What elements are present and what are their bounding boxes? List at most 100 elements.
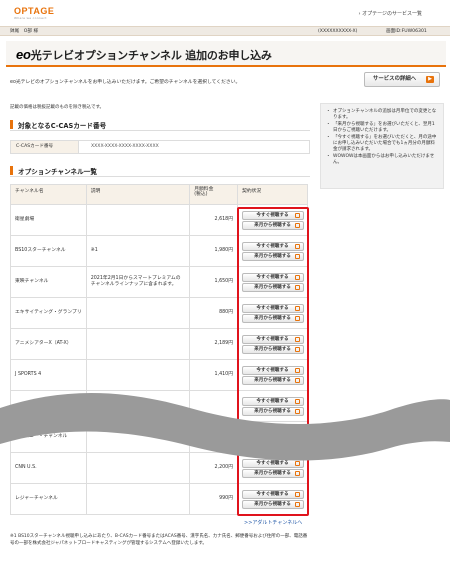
channel-actions: 今すぐ視聴する来月から視聴する bbox=[237, 235, 308, 267]
watch-next-month-label: 来月から視聴する bbox=[254, 470, 291, 476]
sidebar-note: オプションチャンネルの追加は月単位での変更となります。 bbox=[326, 109, 437, 121]
watch-now-button[interactable]: 今すぐ視聴する bbox=[241, 303, 304, 313]
watch-now-label: 今すぐ視聴する bbox=[256, 243, 289, 249]
channel-name: BS10スターチャンネル bbox=[10, 235, 87, 267]
sidebar-note: 「今すぐ視聴する」をお選びいただくと、月の途中にお申し込みいただいた場合でも1ヵ… bbox=[326, 135, 437, 153]
section-channels: オプションチャンネル一覧 bbox=[10, 164, 310, 177]
watch-next-month-button[interactable]: 来月から視聴する bbox=[241, 220, 304, 230]
section-bar-icon bbox=[10, 166, 13, 175]
window-icon bbox=[294, 491, 300, 497]
channel-name: 衛星劇場 bbox=[10, 204, 87, 236]
screen-id: 画面ID:FUW06301 bbox=[386, 29, 427, 34]
watch-next-month-button[interactable]: 来月から視聴する bbox=[241, 251, 304, 261]
cas-label: C-CASカード番号 bbox=[11, 141, 79, 153]
watch-now-button[interactable]: 今すぐ視聴する bbox=[241, 365, 304, 375]
col-desc: 説明 bbox=[85, 184, 191, 205]
watch-now-label: 今すぐ視聴する bbox=[256, 305, 289, 311]
window-icon bbox=[294, 315, 300, 321]
title-eo: eo bbox=[16, 47, 31, 62]
table-row: 衛星劇場 2,618円 今すぐ視聴する 来月から視聴する bbox=[10, 204, 308, 236]
channel-desc bbox=[85, 204, 191, 236]
channel-price: 1,980円 bbox=[189, 235, 239, 267]
watch-next-month-button[interactable]: 来月から視聴する bbox=[241, 313, 304, 323]
channel-table: チャンネル名 説明 月額料金 (税込) 契約状況 衛星劇場 2,618円 今すぐ視聴… bbox=[10, 184, 308, 515]
channel-desc bbox=[85, 328, 191, 360]
arrow-right-icon: ▶ bbox=[426, 76, 434, 83]
cas-value: XXXX-XXXX-XXXX-XXXX-XXXX bbox=[91, 144, 159, 149]
col-name: チャンネル名 bbox=[10, 184, 87, 205]
table-row: レジャーチャンネル 990円 今すぐ視聴する 来月から視聴する bbox=[10, 483, 308, 515]
watch-next-month-label: 来月から視聴する bbox=[254, 346, 291, 352]
watch-now-button[interactable]: 今すぐ視聴する bbox=[241, 241, 304, 251]
watch-now-label: 今すぐ視聴する bbox=[256, 212, 289, 218]
channel-name: レジャーチャンネル bbox=[10, 483, 87, 515]
watch-next-month-button[interactable]: 来月から視聴する bbox=[241, 344, 304, 354]
watch-now-label: 今すぐ視聴する bbox=[256, 491, 289, 497]
section-cas: 対象となるC-CASカード番号 bbox=[10, 118, 310, 131]
title-text: 光テレビオプションチャンネル 追加のお申し込み bbox=[30, 49, 272, 62]
page-title: eo光テレビオプションチャンネル 追加のお申し込み bbox=[16, 47, 272, 63]
table-row: BS10スターチャンネル ※1 1,980円 今すぐ視聴する 来月から視聴する bbox=[10, 235, 308, 267]
window-icon bbox=[294, 212, 300, 218]
window-icon bbox=[294, 253, 300, 259]
watch-now-label: 今すぐ視聴する bbox=[256, 367, 289, 373]
page-title-area: eo光テレビオプションチャンネル 追加のお申し込み bbox=[6, 41, 446, 67]
watch-now-label: 今すぐ視聴する bbox=[256, 274, 289, 280]
watch-next-month-label: 来月から視聴する bbox=[254, 501, 291, 507]
watch-next-month-label: 来月から視聴する bbox=[254, 222, 291, 228]
sidebar-note: WOWOWは本画面からはお申し込みいただけません。 bbox=[326, 154, 437, 166]
watch-next-month-label: 来月から視聴する bbox=[254, 315, 291, 321]
watch-next-month-label: 来月から視聴する bbox=[254, 284, 291, 290]
watch-next-month-button[interactable]: 来月から視聴する bbox=[241, 499, 304, 509]
page: OPTAGE Where we connect › オプテージのサービス一覧 鉢… bbox=[0, 0, 450, 571]
table-row: 東映チャンネル 2021年2月1日からスマートプレミアムのチャンネルラインナップに… bbox=[10, 266, 308, 298]
logo-text: OPTAGE bbox=[14, 6, 55, 16]
window-icon bbox=[294, 305, 300, 311]
channel-desc: 2021年2月1日からスマートプレミアムのチャンネルラインナップに含まれます。 bbox=[85, 266, 191, 298]
channel-price: 2,618円 bbox=[189, 204, 239, 236]
channel-actions: 今すぐ視聴する来月から視聴する bbox=[237, 297, 308, 329]
channel-actions: 今すぐ視聴する来月から視聴する bbox=[237, 204, 308, 236]
optage-logo[interactable]: OPTAGE Where we connect bbox=[14, 6, 58, 20]
sidebar-note: 「来月から視聴する」をお選びいただくと、翌月1日からご視聴いただけます。 bbox=[326, 122, 437, 134]
window-icon bbox=[294, 284, 300, 290]
channel-name: エキサイティング・グランプリ bbox=[10, 297, 87, 329]
user-info-bar: 鉢尾 O部 様 (XXXXXXXXXX-X) 画面ID:FUW06301 bbox=[0, 26, 450, 36]
watch-now-button[interactable]: 今すぐ視聴する bbox=[241, 334, 304, 344]
window-icon bbox=[294, 470, 300, 476]
footnote: ※1 BS10スターチャンネル視聴申し込みにあたり、B-CASカード番号またはA… bbox=[10, 534, 308, 546]
watch-now-button[interactable]: 今すぐ視聴する bbox=[241, 272, 304, 282]
watch-next-month-button[interactable]: 来月から視聴する bbox=[241, 282, 304, 292]
table-row: アニメシアターX（AT-X） 2,189円 今すぐ視聴する 来月から視聴する bbox=[10, 328, 308, 360]
adult-channel-link[interactable]: >>アダルトチャンネルへ bbox=[244, 519, 302, 526]
tax-note: 記載の価格は税抜記載のものを除き税込です。 bbox=[10, 105, 105, 110]
channel-name: 東映チャンネル bbox=[10, 266, 87, 298]
channel-price: 880円 bbox=[189, 297, 239, 329]
channel-actions: 今すぐ視聴する来月から視聴する bbox=[237, 266, 308, 298]
logo-subtext: Where we connect bbox=[14, 16, 47, 20]
cas-card-row: C-CASカード番号 XXXX-XXXX-XXXX-XXXX-XXXX bbox=[10, 140, 310, 154]
channel-desc bbox=[85, 297, 191, 329]
watch-next-month-button[interactable]: 来月から視聴する bbox=[241, 468, 304, 478]
watch-now-button[interactable]: 今すぐ視聴する bbox=[241, 210, 304, 220]
table-row: エキサイティング・グランプリ 880円 今すぐ視聴する 来月から視聴する bbox=[10, 297, 308, 329]
channel-price: 1,650円 bbox=[189, 266, 239, 298]
info-sidebar: オプションチャンネルの追加は月単位での変更となります。 「来月から視聴する」をお… bbox=[320, 103, 444, 189]
intro-text: eo光テレビのオプションチャンネルをお申し込みいただけます。ご希望のチャンネルを… bbox=[10, 80, 241, 85]
service-detail-button[interactable]: サービスの詳細へ ▶ bbox=[364, 72, 440, 87]
channel-actions: 今すぐ視聴する来月から視聴する bbox=[237, 328, 308, 360]
watch-next-month-label: 来月から視聴する bbox=[254, 253, 291, 259]
window-icon bbox=[294, 243, 300, 249]
col-price: 月額料金 (税込) bbox=[189, 184, 239, 205]
service-detail-label: サービスの詳細へ bbox=[373, 76, 417, 82]
section-cas-title: 対象となるC-CASカード番号 bbox=[18, 122, 107, 130]
channel-actions: 今すぐ視聴する来月から視聴する bbox=[237, 483, 308, 515]
table-header-row: チャンネル名 説明 月額料金 (税込) 契約状況 bbox=[10, 184, 308, 205]
window-icon bbox=[294, 346, 300, 352]
window-icon bbox=[294, 367, 300, 373]
section-bar-icon bbox=[10, 120, 13, 129]
service-list-link[interactable]: › オプテージのサービス一覧 bbox=[359, 10, 423, 17]
window-icon bbox=[294, 501, 300, 507]
watch-now-button[interactable]: 今すぐ視聴する bbox=[241, 489, 304, 499]
page-break-wave bbox=[0, 393, 450, 461]
